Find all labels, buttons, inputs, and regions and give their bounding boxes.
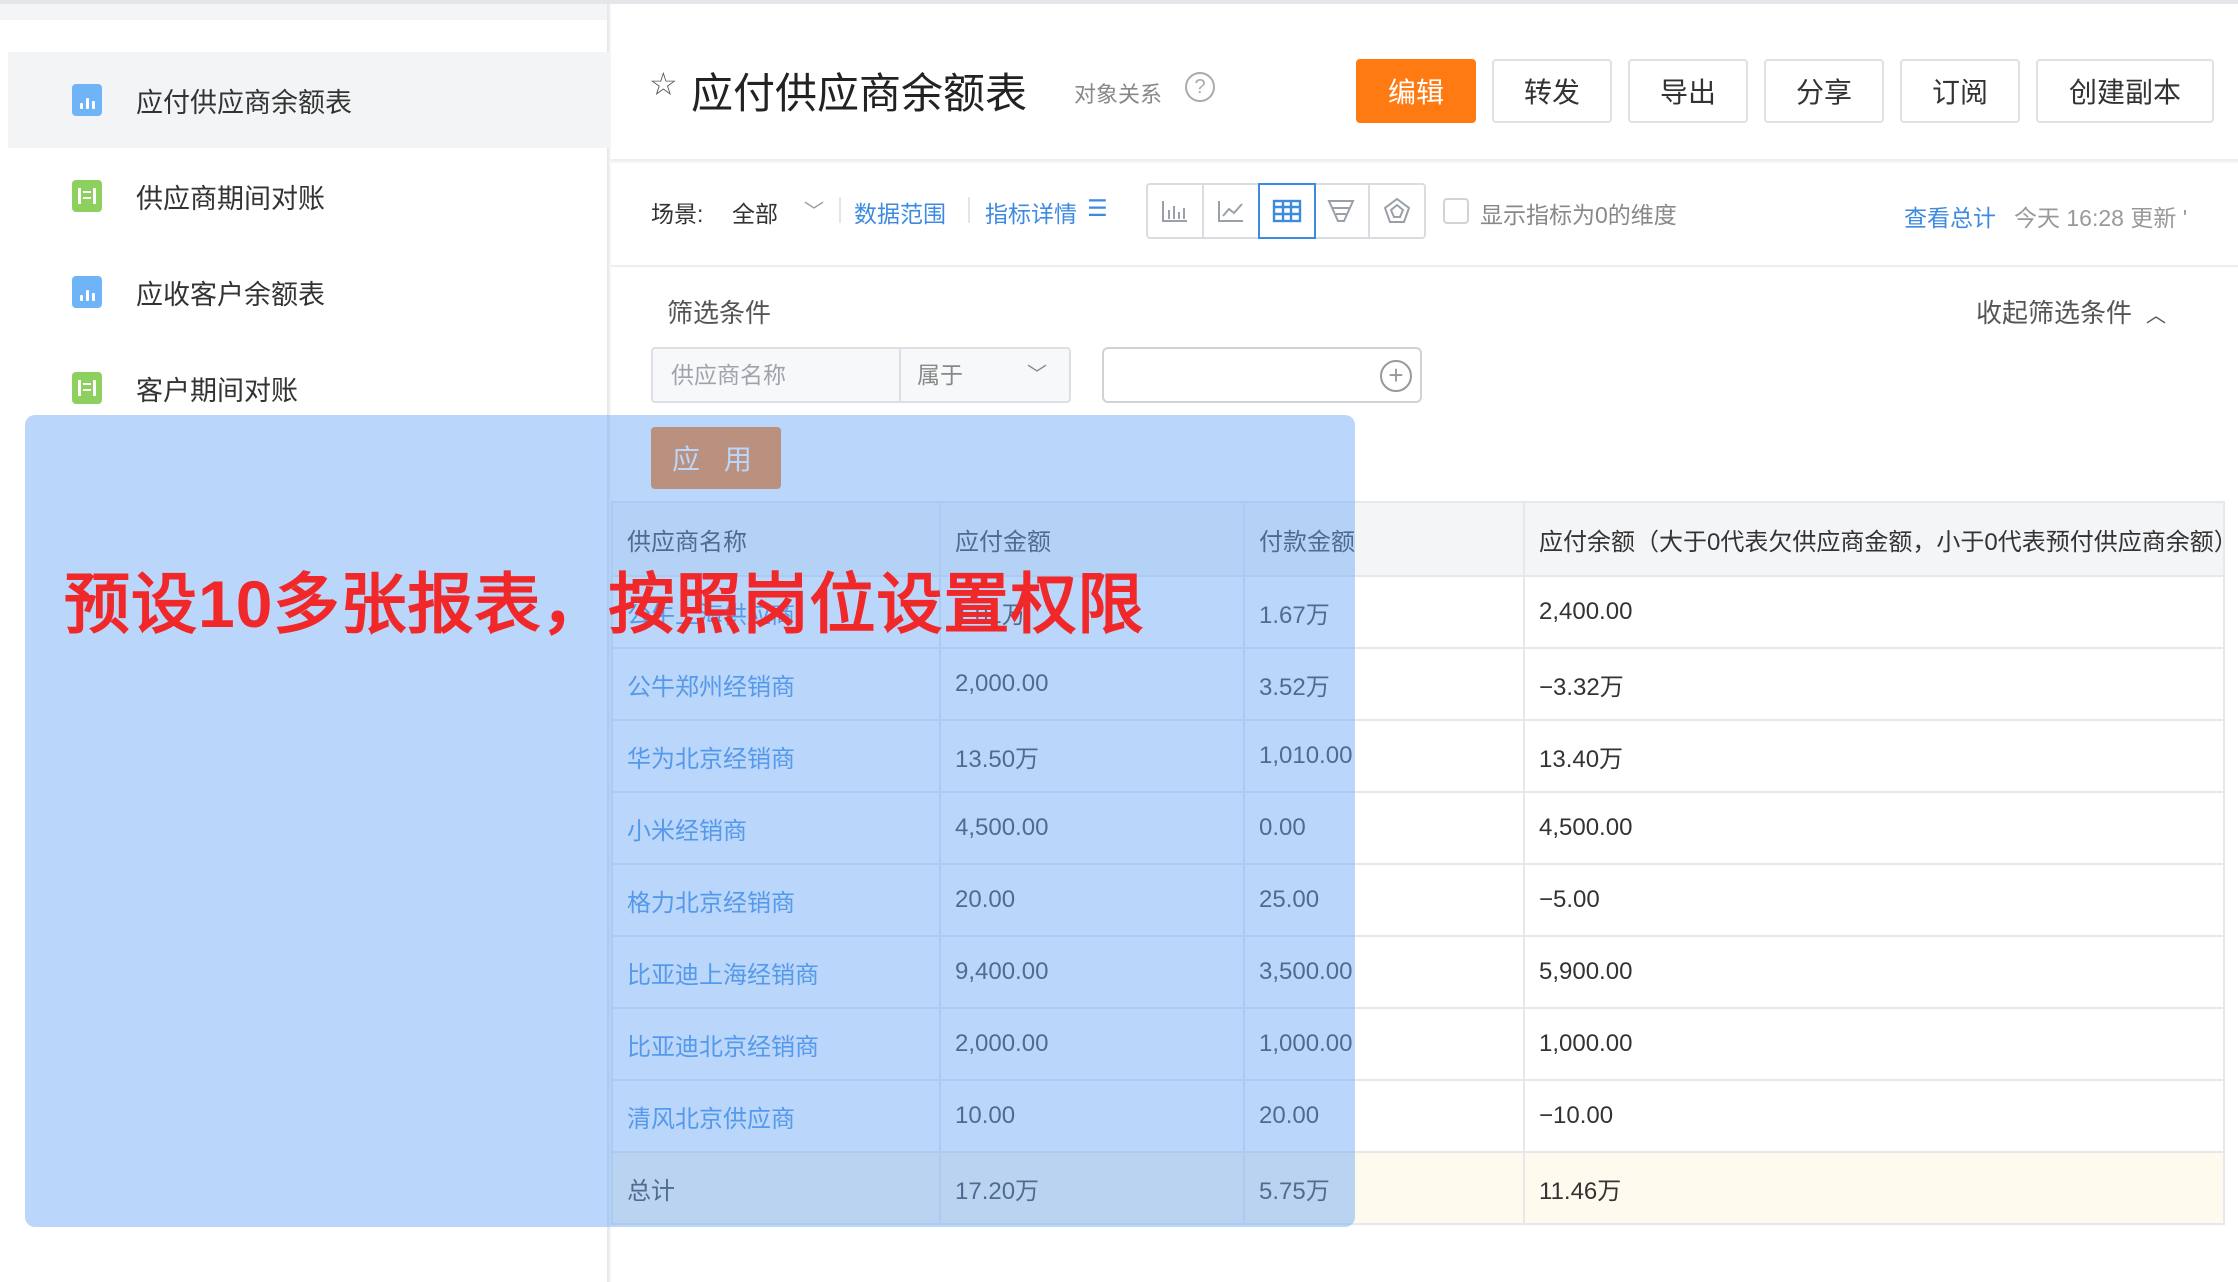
edit-button[interactable]: 编辑: [1356, 59, 1476, 123]
table-cell: 11.46万: [1523, 1151, 2225, 1225]
collapse-filter-link[interactable]: 收起筛选条件 ︿: [1976, 293, 2166, 330]
column-header[interactable]: 应付余额（大于0代表欠供应商金额，小于0代表预付供应商余额）: [1523, 501, 2225, 577]
bar-chart-report-icon: [72, 276, 102, 308]
sidebar-item-label: 应收客户余额表: [136, 279, 325, 310]
scene-label: 场景:: [651, 201, 704, 227]
filter-operator-select[interactable]: 属于 ﹀: [901, 349, 1069, 401]
update-time: 今天 16:28 更新 ': [2014, 205, 2188, 231]
data-range-link[interactable]: 数据范围: [854, 195, 946, 229]
filter-condition: 供应商名称 属于 ﹀: [651, 347, 1071, 403]
sidebar-item-label: 供应商期间对账: [136, 183, 325, 214]
help-icon[interactable]: ?: [1185, 72, 1215, 102]
filter-value-input[interactable]: +: [1102, 347, 1422, 403]
report-header: ☆ 应付供应商余额表 对象关系 ? 编辑 转发 导出 分享 订阅 创建副本: [611, 4, 2238, 161]
table-report-icon: [72, 180, 102, 212]
forward-button[interactable]: 转发: [1492, 59, 1612, 123]
bar-chart-report-icon: [72, 84, 102, 116]
table-cell: −10.00: [1523, 1079, 2225, 1153]
chevron-down-icon: ﹀: [1027, 364, 1047, 386]
radar-icon[interactable]: [1370, 185, 1424, 237]
line-chart-icon[interactable]: [1204, 185, 1260, 237]
highlight-overlay: [25, 415, 1355, 1227]
table-cell: 13.40万: [1523, 719, 2225, 793]
report-toolbar: 场景: 全部 ﹀ 数据范围 指标详情 ☰ 显示指标为0的维度 查看总计 今天 1…: [611, 163, 2238, 267]
table-cell: 4,500.00: [1523, 791, 2225, 865]
filter-title: 筛选条件: [667, 298, 772, 328]
table-cell: −3.32万: [1523, 647, 2225, 721]
export-button[interactable]: 导出: [1628, 59, 1748, 123]
indicator-detail-link[interactable]: 指标详情: [985, 195, 1077, 229]
bar-chart-icon[interactable]: [1148, 185, 1204, 237]
subscribe-button[interactable]: 订阅: [1900, 59, 2020, 123]
funnel-icon[interactable]: [1314, 185, 1370, 237]
view-total-link[interactable]: 查看总计: [1904, 199, 1996, 233]
create-copy-button[interactable]: 创建副本: [2036, 59, 2214, 123]
sidebar-item-label: 应付供应商余额表: [136, 87, 352, 118]
filter-field-name[interactable]: 供应商名称: [653, 349, 901, 401]
sidebar-item-receivable-balance[interactable]: 应收客户余额表: [8, 244, 609, 340]
filter-operator-label: 属于: [917, 362, 963, 388]
overlay-caption: 预设10多张报表，按照岗位设置权限: [64, 567, 1145, 641]
object-relation-link[interactable]: 对象关系: [1074, 77, 1162, 109]
table-report-icon: [72, 372, 102, 404]
scene-select[interactable]: 全部: [732, 195, 778, 229]
share-button[interactable]: 分享: [1764, 59, 1884, 123]
show-zero-label: 显示指标为0的维度: [1480, 202, 1677, 228]
table-cell: −5.00: [1523, 863, 2225, 937]
chart-type-switcher: [1146, 183, 1426, 239]
add-value-icon[interactable]: +: [1380, 360, 1412, 392]
sidebar-item-supplier-reconciliation[interactable]: 供应商期间对账: [8, 148, 609, 244]
table-cell: 2,400.00: [1523, 575, 2225, 649]
table-cell: 1,000.00: [1523, 1007, 2225, 1081]
divider: [968, 197, 970, 223]
show-zero-checkbox[interactable]: [1443, 198, 1469, 224]
divider: [839, 197, 841, 223]
chevron-down-icon[interactable]: ﹀: [804, 195, 824, 224]
table-icon[interactable]: [1258, 183, 1316, 239]
page-title: 应付供应商余额表: [691, 70, 1028, 117]
collapse-filter-label: 收起筛选条件: [1976, 298, 2133, 328]
sidebar-item-label: 客户期间对账: [136, 375, 298, 406]
list-icon[interactable]: ☰: [1087, 195, 1108, 222]
sidebar-item-payable-balance[interactable]: 应付供应商余额表: [8, 52, 609, 148]
sidebar-top-gap: [0, 4, 607, 20]
table-cell: 5,900.00: [1523, 935, 2225, 1009]
star-icon[interactable]: ☆: [649, 68, 678, 100]
chevron-up-icon: ︿: [2146, 305, 2167, 327]
